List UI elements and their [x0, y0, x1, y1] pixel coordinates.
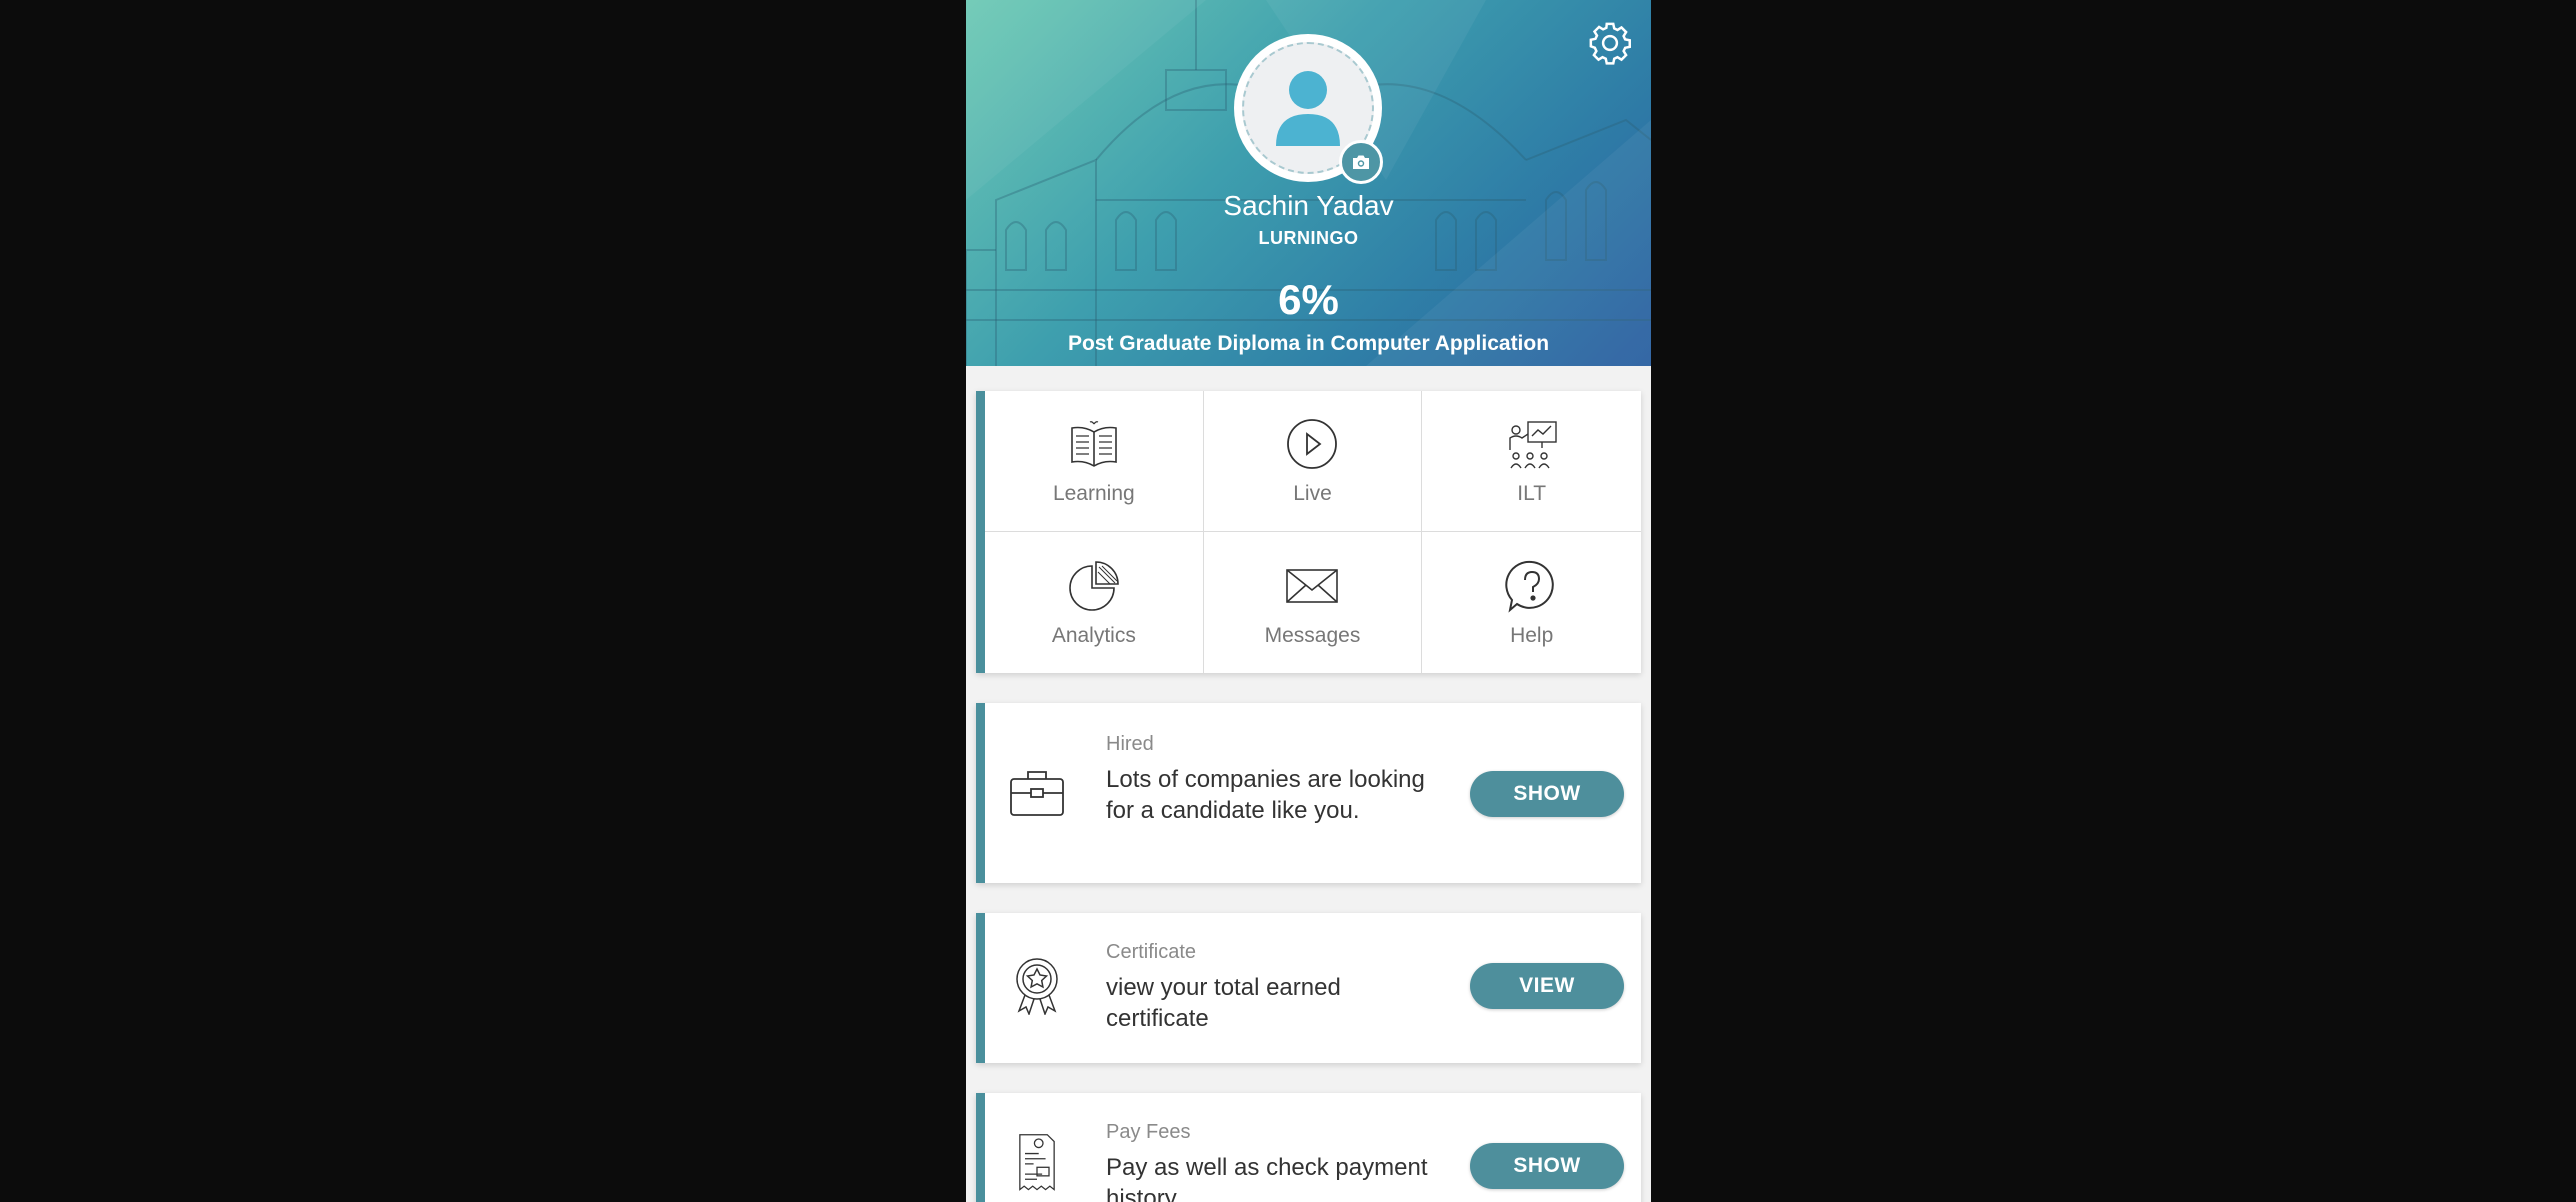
pay-fees-description: Pay as well as check payment history	[1106, 1154, 1428, 1202]
book-icon	[1071, 421, 1117, 467]
certificate-description: view your total earned certificate	[1106, 974, 1341, 1032]
menu-analytics-label: Analytics	[1051, 623, 1136, 647]
user-icon	[1276, 71, 1340, 146]
pay-fees-card: Pay Fees Pay as well as check payment hi…	[976, 1093, 1641, 1202]
pay-fees-category: Pay Fees	[1106, 1121, 1191, 1143]
user-name: Sachin Yadav	[1223, 190, 1394, 221]
menu-analytics[interactable]: Analytics	[985, 532, 1204, 673]
settings-button[interactable]	[1585, 18, 1635, 68]
award-icon	[1016, 958, 1058, 1015]
menu-learning[interactable]: Learning	[985, 391, 1204, 532]
gear-icon	[1589, 22, 1631, 65]
envelope-icon	[1286, 568, 1339, 603]
profile-header: Sachin Yadav LURNINGO 6% Post Graduate D…	[966, 0, 1651, 366]
certificate-view-button[interactable]: VIEW	[1470, 963, 1624, 1009]
change-photo-button[interactable]	[1339, 140, 1383, 184]
hired-card: Hired Lots of companies are looking for …	[976, 703, 1641, 883]
menu-live[interactable]: Live	[1203, 391, 1423, 532]
menu-live-label: Live	[1293, 482, 1332, 505]
menu-ilt[interactable]: ILT	[1422, 391, 1641, 532]
menu-messages-label: Messages	[1264, 623, 1361, 647]
menu-help-label: Help	[1510, 623, 1554, 647]
menu-help[interactable]: Help	[1422, 532, 1641, 673]
hired-category: Hired	[1106, 733, 1154, 755]
hired-description: Lots of companies are looking for a cand…	[1106, 766, 1425, 824]
certificate-card: Certificate view your total earned certi…	[976, 913, 1641, 1063]
pay-fees-show-button[interactable]: SHOW	[1470, 1143, 1624, 1189]
pie-chart-icon	[1069, 560, 1119, 611]
play-icon	[1287, 419, 1338, 469]
menu-ilt-label: ILT	[1517, 482, 1547, 505]
help-bubble-icon	[1504, 560, 1554, 613]
course-title: Post Graduate Diploma in Computer Applic…	[1067, 332, 1550, 355]
menu-learning-label: Learning	[1052, 482, 1135, 505]
camera-icon	[1353, 155, 1369, 169]
certificate-category: Certificate	[1106, 941, 1197, 963]
briefcase-icon	[1010, 771, 1064, 816]
presentation-icon	[1508, 421, 1557, 469]
menu-messages[interactable]: Messages	[1204, 532, 1423, 673]
organization-name: LURNINGO	[1258, 228, 1359, 248]
quick-menu: Learning Live ILT Analytics Messages Hel…	[976, 391, 1641, 673]
hired-show-button[interactable]: SHOW	[1470, 771, 1624, 817]
app-screen: Sachin Yadav LURNINGO 6% Post Graduate D…	[966, 0, 1651, 1202]
course-progress: 6%	[1278, 276, 1339, 323]
receipt-icon	[1019, 1134, 1055, 1191]
